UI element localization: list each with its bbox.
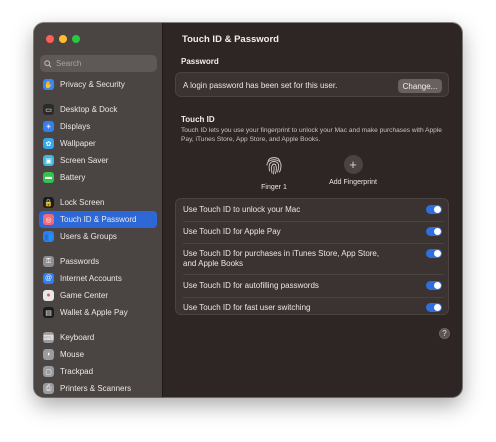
- sidebar-item-label: Battery: [60, 173, 86, 182]
- toggle-label-purchases: Use Touch ID for purchases in iTunes Sto…: [183, 249, 380, 268]
- touchid-section-heading: Touch ID: [181, 115, 215, 124]
- game-center-icon: ●: [43, 290, 54, 301]
- toggle-knob: [434, 228, 441, 235]
- fingerprint-icon: ◎: [43, 214, 54, 225]
- mouse-icon: ◖: [43, 349, 54, 360]
- battery-icon: ▬: [43, 172, 54, 183]
- sidebar-item-displays[interactable]: ☀ Displays: [39, 118, 157, 135]
- page-title: Touch ID & Password: [182, 34, 279, 45]
- toggle-label-user-switching: Use Touch ID for fast user switching: [183, 303, 311, 312]
- search-field[interactable]: [40, 55, 157, 72]
- sidebar-item-wallet-apple-pay[interactable]: ▤ Wallet & Apple Pay: [39, 304, 157, 321]
- touchid-description: Touch ID lets you use your fingerprint t…: [181, 127, 442, 143]
- close-button[interactable]: [46, 35, 54, 43]
- toggle-autofill[interactable]: [426, 281, 442, 290]
- search-input[interactable]: [56, 59, 152, 68]
- sidebar-item-printers-scanners[interactable]: ⎙ Printers & Scanners: [39, 380, 157, 397]
- add-fingerprint-button[interactable]: + Add Fingerprint: [323, 155, 383, 186]
- sidebar-item-label: Trackpad: [60, 367, 94, 376]
- sidebar-item-label: Privacy & Security: [60, 80, 125, 89]
- sidebar-item-touch-id-password[interactable]: ◎ Touch ID & Password: [39, 211, 157, 228]
- sidebar-item-label: Internet Accounts: [60, 274, 122, 283]
- plus-icon: +: [343, 155, 363, 174]
- divider: [183, 221, 444, 222]
- screen-saver-icon: ▣: [43, 155, 54, 166]
- password-section-heading: Password: [181, 57, 219, 66]
- flower-icon: ✿: [43, 138, 54, 149]
- sidebar-item-label: Printers & Scanners: [60, 384, 132, 393]
- divider: [183, 297, 444, 298]
- sidebar-item-label: Desktop & Dock: [60, 105, 118, 114]
- toggle-fast-user-switching[interactable]: [426, 303, 442, 312]
- sidebar-item-label: Keyboard: [60, 333, 95, 342]
- sidebar-item-passwords[interactable]: ⚿ Passwords: [39, 253, 157, 270]
- sidebar-item-label: Lock Screen: [60, 198, 105, 207]
- fingerprint-slot-1[interactable]: Finger 1: [254, 155, 294, 191]
- sun-icon: ☀: [43, 121, 54, 132]
- minimize-button[interactable]: [59, 35, 67, 43]
- lock-icon: 🔒: [43, 197, 54, 208]
- toggle-unlock-mac[interactable]: [426, 205, 442, 214]
- toggle-knob: [434, 282, 441, 289]
- sidebar-item-label: Game Center: [60, 291, 109, 300]
- sidebar-item-screen-saver[interactable]: ▣ Screen Saver: [39, 152, 157, 169]
- touchid-options-card: Use Touch ID to unlock your Mac Use Touc…: [175, 198, 449, 315]
- toggle-knob: [434, 206, 441, 213]
- toggle-label-apple-pay: Use Touch ID for Apple Pay: [183, 227, 281, 236]
- hand-icon: ✋: [43, 79, 54, 90]
- sidebar-item-label: Screen Saver: [60, 156, 109, 165]
- printer-icon: ⎙: [43, 383, 54, 394]
- sidebar-item-trackpad[interactable]: ▢ Trackpad: [39, 363, 157, 380]
- sidebar-item-game-center[interactable]: ● Game Center: [39, 287, 157, 304]
- users-icon: 👥: [43, 231, 54, 242]
- sidebar-item-wallpaper[interactable]: ✿ Wallpaper: [39, 135, 157, 152]
- fingerprint-label: Finger 1: [261, 184, 287, 191]
- toggle-knob: [434, 250, 441, 257]
- search-icon: [40, 55, 56, 72]
- main-content: Touch ID & Password Password A login pas…: [163, 23, 462, 397]
- toggle-label-unlock: Use Touch ID to unlock your Mac: [183, 205, 301, 214]
- sidebar-item-desktop-dock[interactable]: ▭ Desktop & Dock: [39, 101, 157, 118]
- sidebar-item-label: Wallpaper: [60, 139, 96, 148]
- sidebar-item-label: Touch ID & Password: [60, 215, 137, 224]
- help-button[interactable]: ?: [439, 328, 450, 339]
- settings-window: ✋ Privacy & Security ▭ Desktop & Dock ☀ Displ…: [34, 23, 462, 397]
- password-status-text: A login password has been set for this u…: [183, 81, 338, 90]
- trackpad-icon: ▢: [43, 366, 54, 377]
- wallet-icon: ▤: [43, 307, 54, 318]
- key-icon: ⚿: [43, 256, 54, 267]
- password-card: A login password has been set for this u…: [175, 72, 449, 97]
- divider: [183, 243, 444, 244]
- sidebar-item-label: Mouse: [60, 350, 85, 359]
- sidebar-item-keyboard[interactable]: ⌨ Keyboard: [39, 329, 157, 346]
- sidebar-item-privacy-security[interactable]: ✋ Privacy & Security: [39, 76, 157, 93]
- sidebar-item-label: Displays: [60, 122, 91, 131]
- toggle-knob: [434, 304, 441, 311]
- sidebar-item-battery[interactable]: ▬ Battery: [39, 169, 157, 186]
- dock-icon: ▭: [43, 104, 54, 115]
- fingerprint-icon: [265, 155, 283, 180]
- zoom-button[interactable]: [72, 35, 80, 43]
- sidebar-item-label: Wallet & Apple Pay: [60, 308, 128, 317]
- at-sign-icon: @: [43, 273, 54, 284]
- add-fingerprint-label: Add Fingerprint: [329, 179, 377, 186]
- sidebar-item-lock-screen[interactable]: 🔒 Lock Screen: [39, 194, 157, 211]
- toggle-apple-pay[interactable]: [426, 227, 442, 236]
- sidebar-item-users-groups[interactable]: 👥 Users & Groups: [39, 228, 157, 245]
- sidebar: ✋ Privacy & Security ▭ Desktop & Dock ☀ Displ…: [34, 23, 163, 397]
- toggle-purchases[interactable]: [426, 249, 442, 258]
- sidebar-item-internet-accounts[interactable]: @ Internet Accounts: [39, 270, 157, 287]
- toggle-label-autofill: Use Touch ID for autofilling passwords: [183, 281, 319, 290]
- change-password-button[interactable]: Change...: [398, 79, 442, 93]
- sidebar-item-label: Passwords: [60, 257, 100, 266]
- divider: [183, 274, 444, 275]
- sidebar-item-mouse[interactable]: ◖ Mouse: [39, 346, 157, 363]
- keyboard-icon: ⌨: [43, 332, 54, 343]
- sidebar-item-label: Users & Groups: [60, 232, 117, 241]
